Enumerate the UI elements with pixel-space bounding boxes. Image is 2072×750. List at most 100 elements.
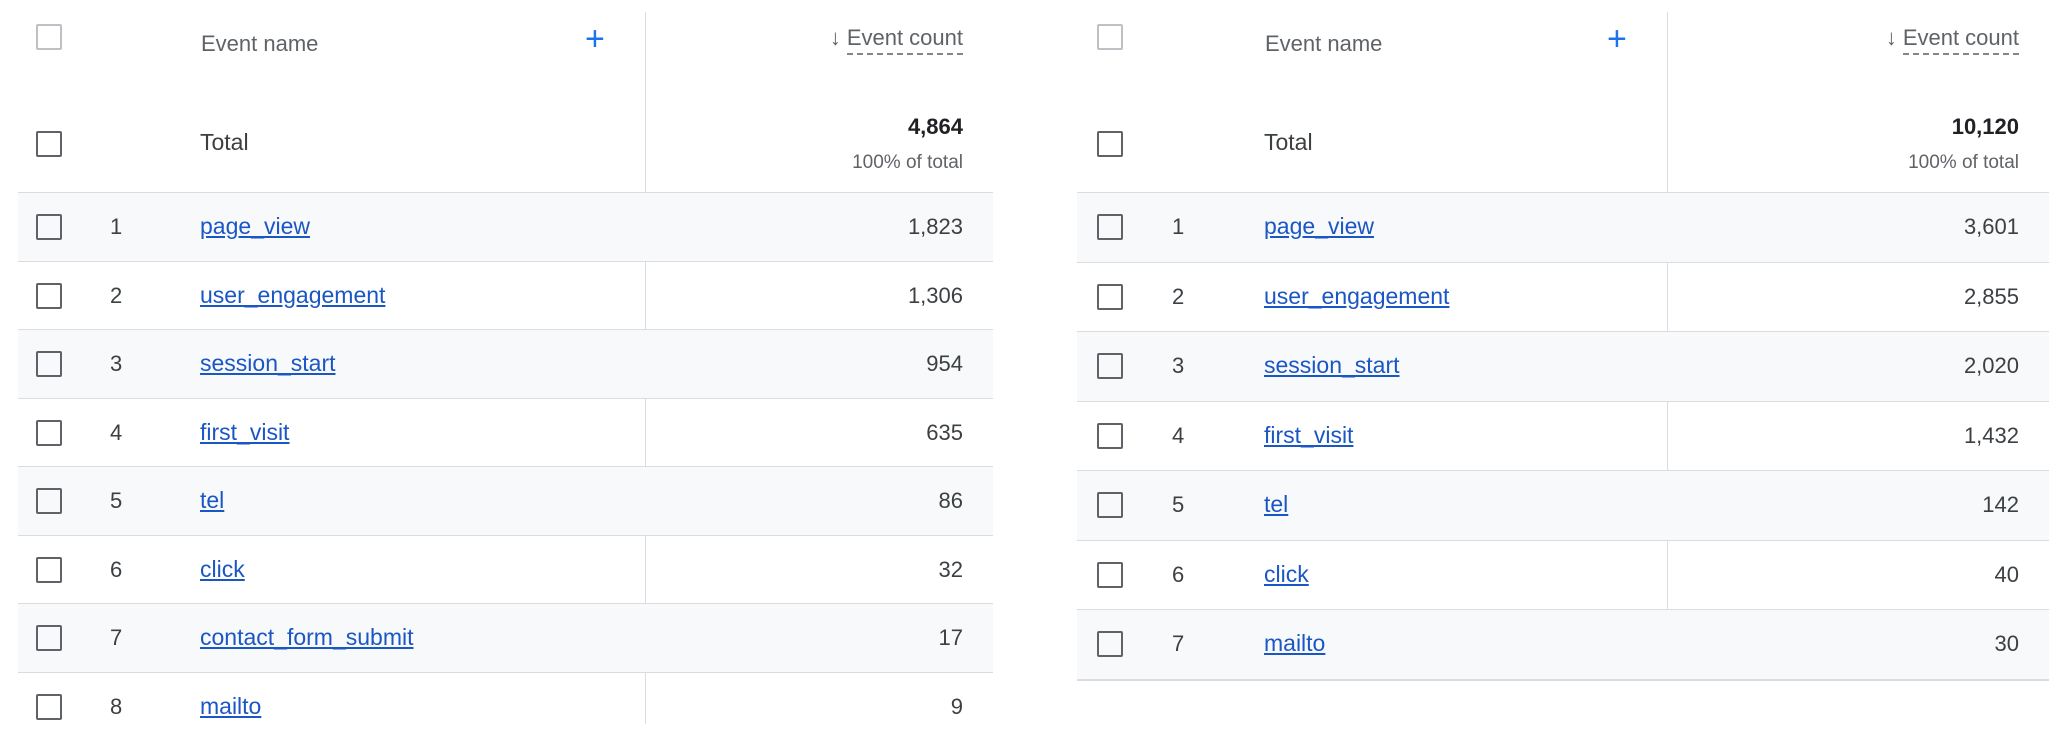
event-name-link[interactable]: user_engagement [200, 282, 385, 309]
row-checkbox[interactable] [1097, 422, 1123, 449]
table-row: 2 user_engagement 1,306 [18, 262, 993, 330]
total-row: Total 4,864 100% of total [18, 96, 993, 193]
row-index: 8 [110, 693, 123, 719]
add-dimension-button[interactable]: + [585, 22, 605, 56]
row-checkbox[interactable] [1097, 492, 1123, 518]
add-dimension-button[interactable]: + [1607, 22, 1627, 56]
total-label: Total [1264, 129, 1313, 155]
event-count-value: 17 [938, 625, 963, 650]
row-checkbox[interactable] [1097, 283, 1123, 310]
row-checkbox[interactable] [36, 625, 62, 651]
event-name-link[interactable]: user_engagement [1264, 283, 1449, 310]
table-row: 3 session_start 2,020 [1077, 332, 2049, 402]
row-index: 5 [1172, 492, 1185, 517]
row-checkbox[interactable] [1097, 214, 1123, 240]
row-checkbox[interactable] [36, 693, 62, 720]
event-count-value: 2,020 [1963, 353, 2019, 378]
event-count-value: 32 [938, 556, 963, 582]
event-name-link[interactable]: session_start [1264, 352, 1400, 379]
event-count-value: 1,432 [1963, 422, 2019, 448]
row-checkbox[interactable] [1097, 561, 1123, 588]
event-name-link[interactable]: click [200, 556, 245, 583]
row-index: 6 [1172, 561, 1185, 587]
total-value: 10,120 [1951, 114, 2019, 139]
event-name-link[interactable]: first_visit [200, 419, 289, 446]
table-row: 7 mailto 30 [1077, 610, 2049, 680]
table-row: 1 page_view 3,601 [1077, 193, 2049, 263]
table-row: 3 session_start 954 [18, 330, 993, 399]
table-body: 1 page_view 1,823 2 user_engagement 1,306 3 ses… [18, 193, 993, 740]
row-index: 1 [1172, 214, 1185, 239]
table-row: 2 user_engagement 2,855 [1077, 263, 2049, 332]
event-name-link[interactable]: contact_form_submit [200, 624, 413, 651]
event-name-link[interactable]: tel [1264, 491, 1288, 518]
row-index: 3 [1172, 353, 1185, 378]
event-count-value: 40 [1994, 561, 2019, 587]
total-checkbox[interactable] [36, 131, 62, 157]
event-name-link[interactable]: mailto [200, 693, 261, 720]
total-percent: 100% of total [1908, 152, 2019, 173]
row-index: 7 [1172, 631, 1185, 656]
event-count-value: 3,601 [1963, 214, 2019, 239]
event-count-value: 635 [926, 419, 963, 445]
row-index: 4 [1172, 422, 1185, 448]
table-header: Event name + ↓ Event count [1077, 0, 2049, 96]
event-table-right: Event name + ↓ Event count Total 10,120 1… [1077, 0, 2049, 681]
table-row: 4 first_visit 1,432 [1077, 402, 2049, 471]
row-index: 6 [110, 556, 123, 582]
row-index: 3 [110, 351, 123, 376]
row-checkbox[interactable] [36, 419, 62, 446]
event-count-label: Event count [846, 25, 963, 55]
table-row: 6 click 40 [1077, 541, 2049, 610]
row-index: 1 [110, 214, 123, 239]
event-count-value: 86 [938, 488, 963, 513]
event-count-value: 954 [926, 351, 963, 376]
event-name-header[interactable]: Event name [1265, 31, 1382, 57]
row-checkbox[interactable] [36, 214, 62, 240]
row-checkbox[interactable] [36, 488, 62, 514]
total-label: Total [200, 129, 249, 155]
row-index: 7 [110, 625, 123, 650]
event-name-link[interactable]: first_visit [1264, 422, 1353, 449]
event-name-link[interactable]: page_view [200, 213, 310, 240]
table-body: 1 page_view 3,601 2 user_engagement 2,855 3 ses… [1077, 193, 2049, 681]
event-name-link[interactable]: click [1264, 561, 1309, 588]
event-count-value: 30 [1994, 631, 2019, 656]
total-row: Total 10,120 100% of total [1077, 96, 2049, 193]
table-row: 5 tel 86 [18, 467, 993, 536]
event-count-value: 142 [1982, 492, 2019, 517]
row-checkbox[interactable] [1097, 353, 1123, 379]
event-name-header[interactable]: Event name [201, 31, 318, 57]
total-checkbox[interactable] [1097, 131, 1123, 157]
event-name-link[interactable]: tel [200, 487, 224, 514]
select-all-checkbox[interactable] [36, 24, 62, 50]
row-checkbox[interactable] [36, 282, 62, 309]
row-index: 2 [1172, 283, 1185, 309]
event-count-header[interactable]: ↓ Event count [1886, 25, 2019, 55]
row-index: 5 [110, 488, 123, 513]
table-row: 5 tel 142 [1077, 471, 2049, 541]
event-count-header[interactable]: ↓ Event count [829, 25, 963, 55]
total-value: 4,864 [907, 114, 963, 139]
event-name-link[interactable]: page_view [1264, 213, 1374, 240]
table-row: 7 contact_form_submit 17 [18, 604, 993, 673]
event-table-left: Event name + ↓ Event count Total 4,864 10… [18, 0, 993, 740]
event-name-link[interactable]: mailto [1264, 630, 1325, 657]
event-count-value: 2,855 [1963, 283, 2019, 309]
event-count-value: 1,306 [907, 282, 963, 308]
event-count-value: 9 [950, 693, 963, 719]
event-name-link[interactable]: session_start [200, 350, 336, 377]
table-header: Event name + ↓ Event count [18, 0, 993, 96]
table-row: 1 page_view 1,823 [18, 193, 993, 262]
sort-descending-icon: ↓ [829, 25, 841, 50]
event-count-value: 1,823 [907, 214, 963, 239]
select-all-checkbox[interactable] [1097, 24, 1123, 50]
row-index: 4 [110, 419, 123, 445]
table-row: 4 first_visit 635 [18, 399, 993, 467]
row-checkbox[interactable] [36, 351, 62, 377]
row-index: 2 [110, 282, 123, 308]
table-row: 6 click 32 [18, 536, 993, 604]
row-checkbox[interactable] [36, 556, 62, 583]
table-row: 8 mailto 9 [18, 673, 993, 741]
row-checkbox[interactable] [1097, 631, 1123, 657]
